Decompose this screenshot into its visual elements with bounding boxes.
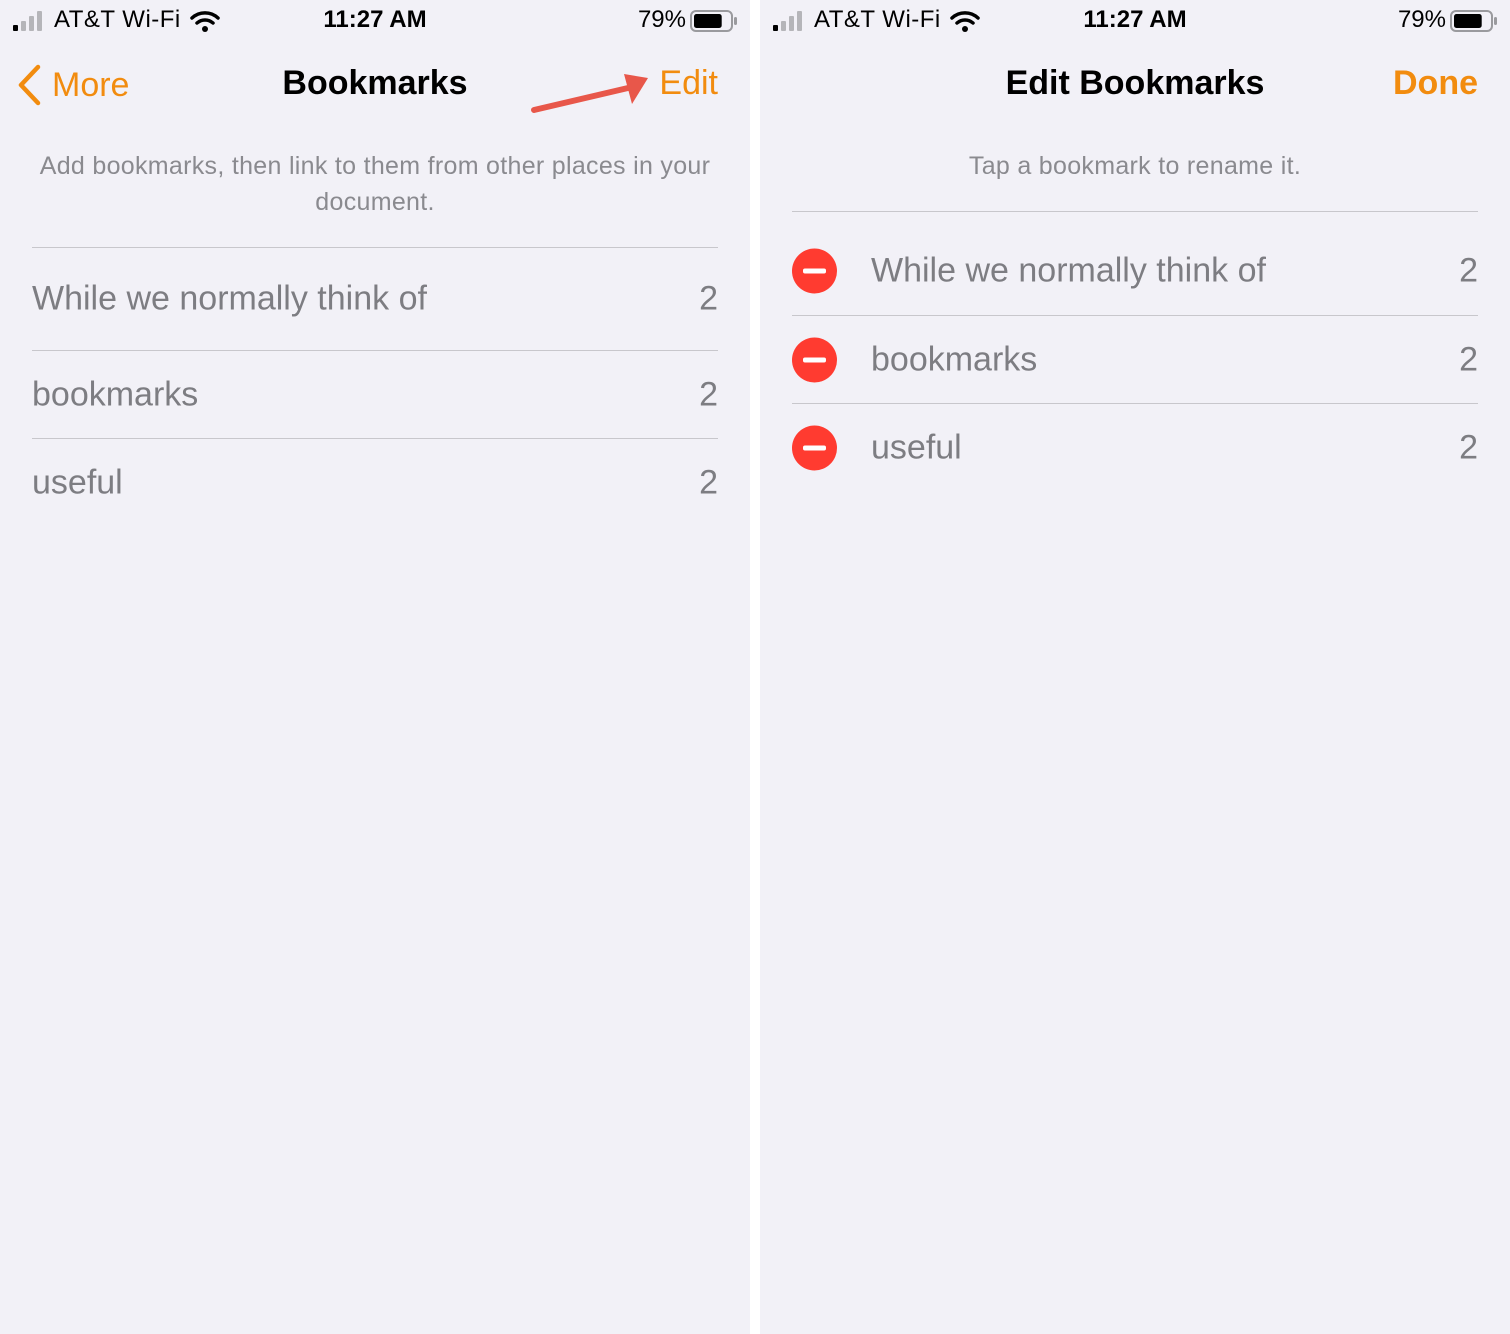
bookmark-label: useful bbox=[32, 463, 123, 501]
callout-arrow-icon bbox=[531, 74, 648, 113]
edit-button[interactable]: Edit bbox=[659, 64, 718, 103]
bookmark-label: bookmarks bbox=[32, 375, 199, 413]
bookmark-label: While we normally think of bbox=[871, 251, 1266, 290]
minus-icon bbox=[803, 357, 826, 362]
navigation-bar: Edit Bookmarks Done bbox=[760, 44, 1510, 124]
status-bar: AT&T Wi-Fi 11:27 AM 79% bbox=[760, 0, 1510, 44]
bookmark-row[interactable]: While we normally think of 2 bbox=[32, 248, 718, 351]
edit-bookmarks-screen: AT&T Wi-Fi 11:27 AM 79% Edit Bookmarks D… bbox=[760, 0, 1510, 1334]
battery-icon bbox=[1450, 10, 1497, 32]
bookmark-row[interactable]: useful 2 bbox=[792, 404, 1478, 491]
bookmarks-screen: AT&T Wi-Fi 11:27 AM 79% More Bookmarks E… bbox=[0, 0, 750, 1334]
bookmark-row[interactable]: While we normally think of 2 bbox=[792, 212, 1478, 316]
bookmark-count: 2 bbox=[1459, 428, 1478, 466]
minus-icon bbox=[803, 445, 826, 450]
battery-percentage: 79% bbox=[637, 6, 686, 33]
bookmark-row[interactable]: bookmarks 2 bbox=[792, 316, 1478, 404]
battery-icon bbox=[690, 10, 737, 32]
bookmark-count: 2 bbox=[699, 375, 718, 413]
bookmark-count: 2 bbox=[1459, 251, 1478, 290]
description-text: Add bookmarks, then link to them from ot… bbox=[39, 152, 711, 216]
bookmark-count: 2 bbox=[1459, 340, 1478, 378]
bookmark-row[interactable]: bookmarks 2 bbox=[32, 351, 718, 439]
bookmark-count: 2 bbox=[699, 279, 718, 318]
bookmark-list: While we normally think of 2 bookmarks 2… bbox=[792, 211, 1478, 491]
minus-icon bbox=[803, 268, 826, 274]
bookmark-label: While we normally think of bbox=[32, 279, 427, 318]
delete-button[interactable] bbox=[792, 248, 837, 294]
bookmark-count: 2 bbox=[699, 463, 718, 501]
bookmark-list: While we normally think of 2 bookmarks 2… bbox=[32, 247, 718, 526]
bookmark-label: useful bbox=[871, 428, 962, 466]
delete-button[interactable] bbox=[792, 337, 837, 382]
status-bar: AT&T Wi-Fi 11:27 AM 79% bbox=[0, 0, 750, 44]
description-text: Tap a bookmark to rename it. bbox=[968, 152, 1302, 180]
done-button[interactable]: Done bbox=[1393, 64, 1478, 103]
delete-button[interactable] bbox=[792, 425, 837, 470]
bookmark-row[interactable]: useful 2 bbox=[32, 439, 718, 526]
battery-percentage: 79% bbox=[1397, 6, 1446, 33]
bookmark-label: bookmarks bbox=[871, 340, 1038, 378]
